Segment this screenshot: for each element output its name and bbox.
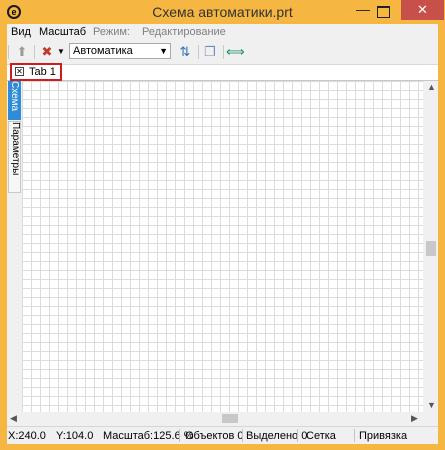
status-snap[interactable]: Привязка (359, 430, 407, 442)
close-tab-icon[interactable]: ✕ (15, 67, 24, 76)
client-area: Вид Масштаб Режим: Редактирование ⬆ ✖ ▼ … (7, 24, 438, 444)
tools-icon[interactable]: ✖ (39, 44, 55, 60)
minimize-button[interactable]: — (353, 2, 373, 17)
tab-1[interactable]: ✕ Tab 1 (10, 63, 62, 81)
toolbar-separator (34, 45, 35, 59)
side-tab-parameters[interactable]: Параметры (8, 121, 21, 193)
side-tab-parameters-label: Параметры (10, 122, 21, 176)
refresh-icon[interactable]: ⟺ (226, 44, 245, 60)
menu-zoom[interactable]: Масштаб (39, 26, 86, 38)
title-bar[interactable]: e Схема автоматики.prt — ✕ (0, 0, 445, 24)
copy-icon[interactable]: ❐ (202, 44, 218, 60)
mode-label: Режим: (93, 26, 130, 38)
status-bar: X:240.0 Y:104.0 Масштаб:125.6 % Объектов… (7, 426, 438, 444)
diagram-canvas[interactable] (22, 81, 423, 412)
status-x: X:240.0 (8, 430, 46, 442)
arrow-up-icon[interactable]: ⬆ (14, 44, 30, 60)
scroll-left-icon[interactable]: ◀ (10, 413, 17, 424)
maximize-button[interactable] (377, 6, 390, 18)
side-tab-scheme[interactable]: Схема (8, 81, 21, 120)
status-y: Y:104.0 (56, 430, 94, 442)
document-tabs: ✕ Tab 1 (7, 63, 438, 81)
toolbar-separator (198, 45, 199, 59)
toolbar: ⬆ ✖ ▼ Автоматика ▼ ⇅ ❐ ⟺ (7, 41, 438, 63)
scheme-type-select[interactable]: Автоматика ▼ (69, 43, 171, 59)
menu-bar: Вид Масштаб Режим: Редактирование (7, 24, 438, 41)
status-objects: Объектов 0 (185, 430, 244, 442)
tab-label: Tab 1 (29, 66, 56, 78)
horizontal-scroll-thumb[interactable] (222, 414, 238, 423)
toolbar-separator (223, 45, 224, 59)
dropdown-arrow-icon[interactable]: ▼ (56, 44, 66, 60)
mode-value: Редактирование (142, 26, 226, 38)
scroll-right-icon[interactable]: ▶ (411, 413, 418, 424)
scroll-down-icon[interactable]: ▼ (427, 400, 436, 410)
vertical-scroll-thumb[interactable] (426, 241, 436, 256)
status-grid[interactable]: Сетка (306, 430, 336, 442)
close-button[interactable]: ✕ (401, 0, 444, 20)
status-separator (242, 429, 243, 442)
vertical-scrollbar[interactable]: ▲ ▼ (424, 81, 438, 412)
side-tab-scheme-label: Схема (9, 81, 20, 112)
app-window: e Схема автоматики.prt — ✕ Вид Масштаб Р… (0, 0, 445, 450)
side-panel: Схема Параметры (7, 81, 22, 424)
chevron-down-icon[interactable]: ▼ (159, 44, 168, 58)
status-separator (297, 429, 298, 442)
layers-icon[interactable]: ⇅ (177, 44, 193, 60)
scheme-type-value: Автоматика (73, 45, 133, 57)
status-separator (179, 429, 180, 442)
toolbar-grip (8, 45, 9, 59)
status-separator (354, 429, 355, 442)
menu-view[interactable]: Вид (11, 26, 31, 38)
status-selected: Выделено 0 (246, 430, 308, 442)
horizontal-scrollbar[interactable]: ◀ ▶ (7, 412, 424, 425)
scroll-up-icon[interactable]: ▲ (427, 82, 436, 92)
